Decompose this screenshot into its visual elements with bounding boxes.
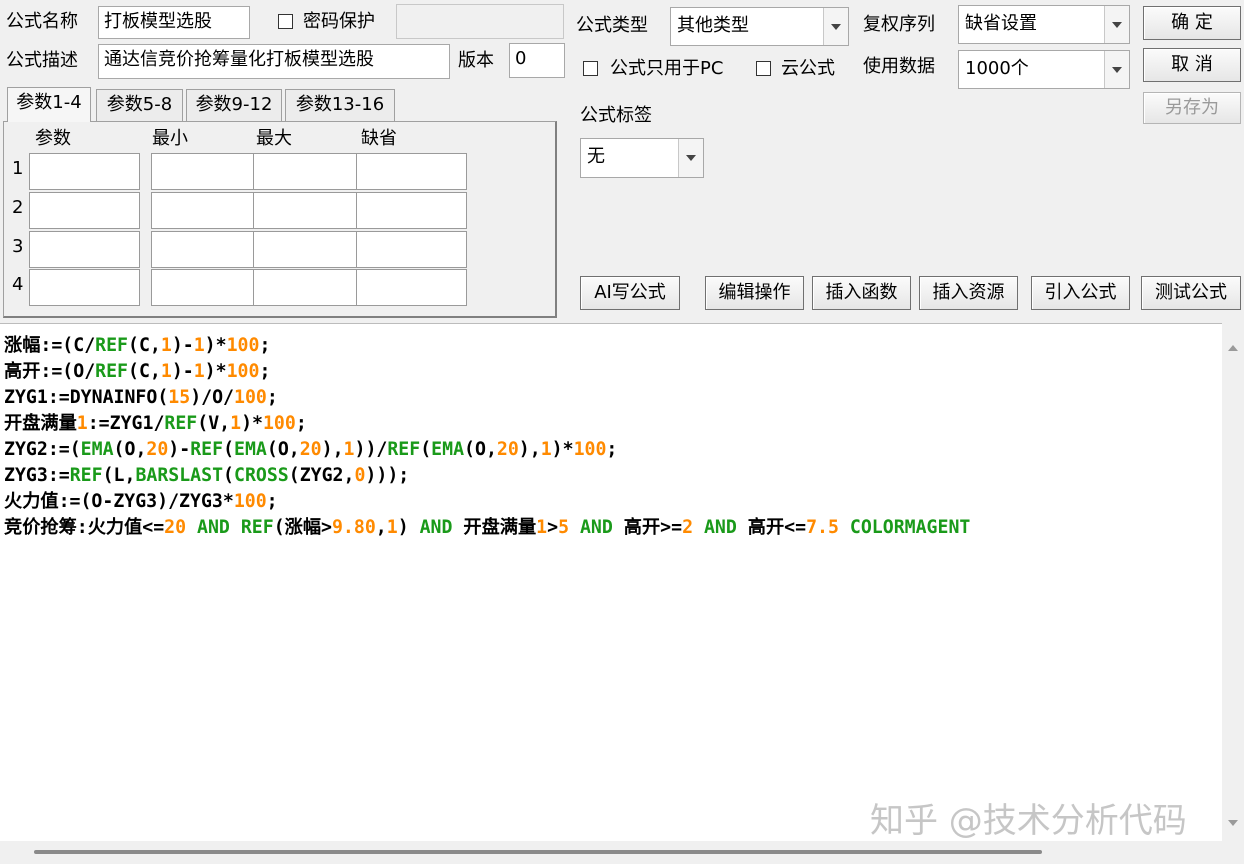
code-line: ZYG2:=(EMA(O,20)-REF(EMA(O,20),1))/REF(E… — [4, 439, 618, 460]
insert-resource-button[interactable]: 插入资源 — [919, 276, 1018, 310]
param-min-input[interactable] — [151, 153, 262, 190]
param-row-num: 2 — [12, 197, 24, 218]
param-name-input[interactable] — [29, 153, 140, 190]
param-default-input[interactable] — [356, 153, 467, 190]
password-input[interactable] — [396, 4, 564, 39]
formula-desc-input[interactable]: 通达信竞价抢筹量化打板模型选股 — [98, 44, 450, 79]
cloud-label: 云公式 — [781, 58, 835, 79]
ai-formula-button[interactable]: AI写公式 — [580, 276, 680, 310]
param-max-input[interactable] — [253, 269, 364, 306]
password-label: 密码保护 — [303, 11, 375, 32]
watermark: 知乎 @技术分析代码 — [870, 801, 1187, 841]
fq-value: 缺省设置 — [965, 13, 1037, 34]
param-max-input[interactable] — [253, 192, 364, 229]
param-header-default: 缺省 — [361, 128, 397, 149]
tab-params-1-4[interactable]: 参数1-4 — [7, 87, 91, 122]
code-line: ZYG1:=DYNAINFO(15)/O/100; — [4, 387, 278, 408]
param-min-input[interactable] — [151, 192, 262, 229]
fq-select[interactable]: 缺省设置 — [958, 5, 1130, 44]
code-line: 高开:=(O/REF(C,1)-1)*100; — [4, 361, 271, 382]
param-max-input[interactable] — [253, 231, 364, 268]
param-row-num: 1 — [12, 158, 24, 179]
usedata-value: 1000个 — [965, 58, 1029, 79]
chevron-down-icon[interactable] — [1104, 6, 1129, 43]
usedata-select[interactable]: 1000个 — [958, 50, 1130, 89]
param-default-input[interactable] — [356, 269, 467, 306]
param-row-num: 4 — [12, 274, 24, 295]
param-header-min: 最小 — [152, 128, 188, 149]
code-line: 开盘满量1:=ZYG1/REF(V,1)*100; — [4, 413, 307, 434]
insert-function-button[interactable]: 插入函数 — [812, 276, 911, 310]
formula-name-input[interactable]: 打板模型选股 — [98, 6, 250, 39]
code-text[interactable]: 涨幅:=(C/REF(C,1)-1)*100; 高开:=(O/REF(C,1)-… — [4, 333, 970, 541]
tab-params-5-8[interactable]: 参数5-8 — [96, 89, 183, 121]
cancel-button[interactable]: 取 消 — [1143, 48, 1241, 82]
formula-type-value: 其他类型 — [677, 15, 749, 36]
code-line: ZYG3:=REF(L,BARSLAST(CROSS(ZYG2,0))); — [4, 465, 410, 486]
pc-only-checkbox[interactable] — [583, 61, 598, 76]
formula-type-label: 公式类型 — [576, 15, 648, 36]
param-name-input[interactable] — [29, 269, 140, 306]
chevron-down-icon[interactable] — [823, 8, 848, 45]
edit-ops-button[interactable]: 编辑操作 — [705, 276, 804, 310]
code-editor[interactable]: 涨幅:=(C/REF(C,1)-1)*100; 高开:=(O/REF(C,1)-… — [0, 323, 1244, 865]
param-min-input[interactable] — [151, 269, 262, 306]
save-as-button[interactable]: 另存为 — [1143, 92, 1241, 124]
horizontal-scroll-thumb[interactable] — [34, 850, 1042, 854]
code-line: 涨幅:=(C/REF(C,1)-1)*100; — [4, 335, 271, 356]
formula-desc-label: 公式描述 — [6, 50, 78, 71]
formula-type-select[interactable]: 其他类型 — [670, 7, 849, 46]
tag-label: 公式标签 — [580, 105, 652, 126]
param-default-input[interactable] — [356, 192, 467, 229]
fq-label: 复权序列 — [863, 14, 935, 35]
param-header-name: 参数 — [35, 128, 71, 149]
param-row-num: 3 — [12, 236, 24, 257]
vertical-scrollbar[interactable] — [1222, 323, 1244, 843]
version-input[interactable]: 0 — [509, 43, 565, 78]
param-name-input[interactable] — [29, 231, 140, 268]
usedata-label: 使用数据 — [863, 56, 935, 77]
version-label: 版本 — [458, 50, 494, 71]
param-max-input[interactable] — [253, 153, 364, 190]
code-line: 火力值:=(O-ZYG3)/ZYG3*100; — [4, 491, 278, 512]
scroll-down-icon[interactable] — [1228, 820, 1238, 826]
chevron-down-icon[interactable] — [678, 139, 703, 177]
param-name-input[interactable] — [29, 192, 140, 229]
password-checkbox[interactable] — [278, 14, 293, 29]
code-line: 竞价抢筹:火力值<=20 AND REF(涨幅>9.80,1) AND 开盘满量… — [4, 517, 971, 538]
formula-name-label: 公式名称 — [6, 11, 78, 32]
test-formula-button[interactable]: 测试公式 — [1141, 276, 1241, 310]
horizontal-scrollbar[interactable] — [0, 841, 1244, 864]
param-min-input[interactable] — [151, 231, 262, 268]
tag-value: 无 — [587, 146, 605, 167]
chevron-down-icon[interactable] — [1104, 51, 1129, 88]
param-header-max: 最大 — [256, 128, 292, 149]
pc-only-label: 公式只用于PC — [610, 58, 724, 79]
cloud-checkbox[interactable] — [756, 61, 771, 76]
import-formula-button[interactable]: 引入公式 — [1031, 276, 1130, 310]
scroll-up-icon[interactable] — [1228, 345, 1238, 351]
tab-params-9-12[interactable]: 参数9-12 — [186, 89, 282, 121]
ok-button[interactable]: 确 定 — [1143, 6, 1241, 40]
tag-select[interactable]: 无 — [580, 138, 704, 178]
tab-params-13-16[interactable]: 参数13-16 — [285, 89, 395, 121]
param-default-input[interactable] — [356, 231, 467, 268]
